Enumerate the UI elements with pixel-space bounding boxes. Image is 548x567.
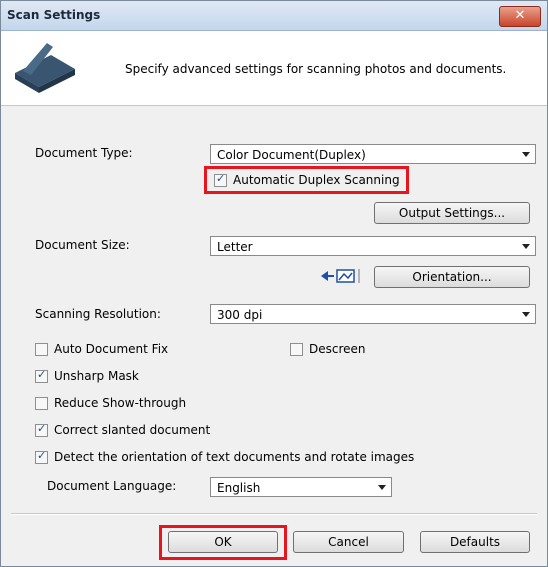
orientation-button[interactable]: Orientation... xyxy=(374,266,530,288)
descreen-label: Descreen xyxy=(309,342,366,356)
unsharp-mask-label: Unsharp Mask xyxy=(54,369,139,383)
ok-highlight xyxy=(159,525,287,560)
auto-document-fix-checkbox[interactable]: Auto Document Fix xyxy=(35,342,168,356)
correct-slanted-checkbox[interactable]: ✓ Correct slanted document xyxy=(35,422,211,437)
detect-orientation-checkbox[interactable]: ✓ Detect the orientation of text documen… xyxy=(35,449,415,464)
chevron-down-icon xyxy=(378,485,386,490)
document-type-label: Document Type: xyxy=(35,146,133,160)
correct-slanted-box[interactable]: ✓ xyxy=(35,422,48,437)
reduce-show-through-box[interactable] xyxy=(35,396,48,410)
detect-orientation-label: Detect the orientation of text documents… xyxy=(54,450,415,464)
document-language-select[interactable]: English xyxy=(210,477,392,497)
descreen-checkbox[interactable]: Descreen xyxy=(290,342,366,356)
output-settings-button[interactable]: Output Settings... xyxy=(374,202,530,224)
footer-divider xyxy=(11,513,537,515)
document-language-value: English xyxy=(217,481,261,495)
resolution-select[interactable]: 300 dpi xyxy=(210,304,536,324)
auto-document-fix-label: Auto Document Fix xyxy=(54,342,169,356)
document-size-label: Document Size: xyxy=(35,238,130,252)
duplex-highlight xyxy=(204,166,409,194)
document-type-select[interactable]: Color Document(Duplex) xyxy=(210,144,536,164)
scan-settings-dialog: Scan Settings ✕ Specify advanced setting… xyxy=(0,0,548,567)
document-type-value: Color Document(Duplex) xyxy=(217,148,366,162)
reduce-show-through-checkbox[interactable]: Reduce Show-through xyxy=(35,396,186,410)
close-button[interactable]: ✕ xyxy=(499,6,541,27)
header-description: Specify advanced settings for scanning p… xyxy=(125,62,507,76)
document-size-value: Letter xyxy=(217,240,253,254)
unsharp-mask-checkbox[interactable]: ✓ Unsharp Mask xyxy=(35,368,139,383)
chevron-down-icon xyxy=(522,244,530,249)
auto-document-fix-box[interactable] xyxy=(35,342,48,356)
dialog-header: Specify advanced settings for scanning p… xyxy=(1,31,547,106)
detect-orientation-box[interactable]: ✓ xyxy=(35,449,48,464)
document-language-label: Document Language: xyxy=(47,479,177,493)
chevron-down-icon xyxy=(522,152,530,157)
descreen-box[interactable] xyxy=(290,342,303,356)
window-title: Scan Settings xyxy=(7,8,101,22)
defaults-button[interactable]: Defaults xyxy=(420,531,530,553)
page-orientation-icon xyxy=(321,269,360,283)
reduce-show-through-label: Reduce Show-through xyxy=(54,396,187,410)
unsharp-mask-box[interactable]: ✓ xyxy=(35,368,48,383)
cancel-button[interactable]: Cancel xyxy=(293,531,404,553)
scanner-icon xyxy=(15,43,75,93)
title-bar: Scan Settings ✕ xyxy=(1,1,547,31)
document-size-select[interactable]: Letter xyxy=(210,236,536,256)
resolution-value: 300 dpi xyxy=(217,308,263,322)
correct-slanted-label: Correct slanted document xyxy=(54,423,211,437)
resolution-label: Scanning Resolution: xyxy=(35,307,161,321)
chevron-down-icon xyxy=(522,312,530,317)
